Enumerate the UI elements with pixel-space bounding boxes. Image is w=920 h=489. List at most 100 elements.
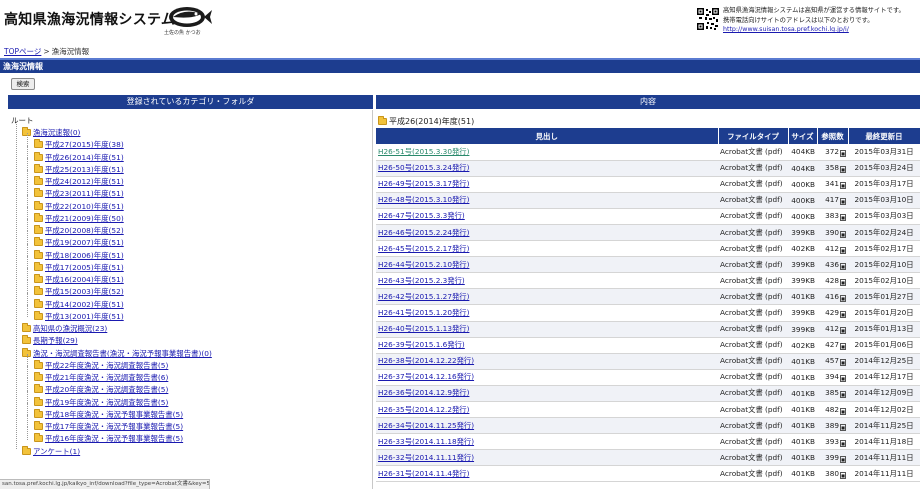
tree-subfolder[interactable]: 平成13(2001)年度(51) [34,310,124,323]
document-link[interactable]: H26-37号(2014.12.16発行) [378,372,474,381]
tree-subfolder[interactable]: 平成17(2005)年度(51) [34,261,124,274]
tree-link[interactable]: 平成22年度漁況・海況調査報告書(5) [45,361,168,370]
document-link[interactable]: H26-31号(2014.11.4発行) [378,469,469,478]
document-link[interactable]: H26-43号(2015.2.3発行) [378,276,465,285]
tree-link[interactable]: 平成13(2001)年度(51) [45,312,124,321]
tree-link[interactable]: 平成21(2009)年度(50) [45,214,124,223]
row-updated-cell: 2014年11月25日 [848,417,920,435]
tree-subfolder[interactable]: 平成20(2008)年度(52) [34,225,124,237]
row-views-cell: 482 ■ [817,401,848,419]
tree-link[interactable]: 平成18(2006)年度(51) [45,251,124,260]
tree-subfolder[interactable]: 平成19年度漁況・海況調査報告書(5) [34,396,168,409]
tree-subfolder[interactable]: 平成27(2015)年度(38) [34,139,124,151]
tree-subfolder[interactable]: 平成20年度漁況・海況調査報告書(5) [34,384,168,396]
row-size: 404KB [791,147,815,157]
tree-link[interactable]: 平成21年度漁況・海況調査報告書(6) [45,373,168,382]
tree-link[interactable]: 平成27(2015)年度(38) [45,140,124,149]
document-link[interactable]: H26-33号(2014.11.18発行) [378,437,474,446]
tree-link[interactable]: 平成19年度漁況・海況調査報告書(5) [45,398,168,407]
document-link[interactable]: H26-35号(2014.12.2発行) [378,405,469,414]
document-link[interactable]: H26-49号(2015.3.17発行) [378,179,469,188]
document-link[interactable]: H26-46号(2015.2.24発行) [378,228,469,237]
tree-subfolder[interactable]: 平成21(2009)年度(50) [34,212,124,225]
tree-link[interactable]: 平成20(2008)年度(52) [45,226,124,235]
table-row: H26-36号(2014.12.9発行) Acrobat文書 (pdf) 401KB… [376,385,920,403]
document-link[interactable]: H26-44号(2015.2.10発行) [378,260,469,269]
document-link[interactable]: H26-39号(2015.1.6発行) [378,340,465,349]
tree-subfolder[interactable]: 平成25(2013)年度(51) [34,163,124,176]
col-heading-filetype[interactable]: ファイルタイプ [718,128,789,144]
document-link[interactable]: H26-42号(2015.1.27発行) [378,292,469,301]
document-link[interactable]: H26-45号(2015.2.17発行) [378,244,469,253]
tree-root[interactable]: ルート [11,115,34,126]
document-link[interactable]: H26-41号(2015.1.20発行) [378,308,469,317]
col-heading-updated[interactable]: 最終更新日 [848,128,920,144]
tree-subfolder[interactable]: 平成24(2012)年度(51) [34,176,124,188]
tree-category[interactable]: 高知県の漁況概況(23) [22,323,107,335]
row-filetype: Acrobat文書 (pdf) [720,324,783,334]
tree-subfolder[interactable]: 平成19(2007)年度(51) [34,237,124,249]
document-link[interactable]: H26-50号(2015.3.24発行) [378,163,469,172]
tree-category[interactable]: 漁海況速報(0) [22,127,80,139]
mobile-site-link[interactable]: http://www.suisan.tosa.pref.kochi.lg.jp/… [723,25,920,35]
tree-subfolder[interactable]: 平成14(2002)年度(51) [34,298,124,311]
breadcrumb: TOPページ > 漁海況情報 [4,46,89,57]
tree-subfolder[interactable]: 平成16年度漁況・海況予報事業報告書(5) [34,433,183,445]
tree-link[interactable]: 平成16年度漁況・海況予報事業報告書(5) [45,434,183,443]
tree-link[interactable]: 平成17(2005)年度(51) [45,263,124,272]
col-heading-title[interactable]: 見出し [376,128,719,144]
tree-link[interactable]: 平成17年度漁況・海況予報事業報告書(5) [45,422,183,431]
tree-link[interactable]: 長期予報(29) [33,336,78,345]
search-button[interactable]: 検索 [11,78,35,90]
tree-link[interactable]: 平成24(2012)年度(51) [45,177,124,186]
tree-link[interactable]: 平成14(2002)年度(51) [45,300,124,309]
tree-link[interactable]: 漁況・海況調査報告書(漁況・海況予報事業報告書)(0) [33,349,212,358]
tree-link[interactable]: 平成23(2011)年度(51) [45,189,124,198]
tree-subfolder[interactable]: 平成26(2014)年度(51) [34,151,124,164]
tree-subfolder[interactable]: 平成22年度漁況・海況調査報告書(5) [34,359,168,372]
tree-link[interactable]: 漁海況速報(0) [33,128,80,137]
tree-link[interactable]: 平成19(2007)年度(51) [45,238,124,247]
tree-category[interactable]: 漁況・海況調査報告書(漁況・海況予報事業報告書)(0) [22,347,212,360]
tree-subfolder[interactable]: 平成16(2004)年度(51) [34,274,124,286]
tree-link[interactable]: 平成16(2004)年度(51) [45,275,124,284]
row-filetype: Acrobat文書 (pdf) [720,195,783,205]
tree-category[interactable]: アンケート(1) [22,445,80,458]
document-link[interactable]: H26-48号(2015.3.10発行) [378,195,469,204]
tree-subfolder[interactable]: 平成23(2011)年度(51) [34,188,124,200]
row-filetype-cell: Acrobat文書 (pdf) [718,465,788,483]
tree-link[interactable]: 平成22(2010)年度(51) [45,202,124,211]
row-filetype-cell: Acrobat文書 (pdf) [718,449,788,467]
tree-link[interactable]: 平成25(2013)年度(51) [45,165,124,174]
breadcrumb-top-link[interactable]: TOPページ [4,47,41,56]
tree-link[interactable]: 平成18年度漁況・海況予報事業報告書(5) [45,410,183,419]
site-title[interactable]: 高知県漁海況情報システム [4,9,175,29]
tree-subfolder[interactable]: 平成18年度漁況・海況予報事業報告書(5) [34,408,183,421]
document-link[interactable]: H26-32号(2014.11.11発行) [378,453,474,462]
breadcrumb-separator: > [43,47,50,56]
tree-link[interactable]: 高知県の漁況概況(23) [33,324,107,333]
document-link[interactable]: H26-51号(2015.3.30発行) [378,147,469,156]
folder-icon [34,286,43,296]
col-heading-size[interactable]: サイズ [788,128,818,144]
tree-link[interactable]: 平成26(2014)年度(51) [45,153,124,162]
tree-subfolder[interactable]: 平成18(2006)年度(51) [34,249,124,262]
page-counter-icon: ■ [840,262,846,270]
row-filetype: Acrobat文書 (pdf) [720,436,783,446]
document-link[interactable]: H26-47号(2015.3.3発行) [378,211,465,220]
document-link[interactable]: H26-40号(2015.1.13発行) [378,324,469,333]
tree-subfolder[interactable]: 平成21年度漁況・海況調査報告書(6) [34,372,168,384]
document-link[interactable]: H26-36号(2014.12.9発行) [378,388,469,397]
tree-guide-line [27,427,28,440]
tree-subfolder[interactable]: 平成15(2003)年度(52) [34,286,124,298]
tree-link[interactable]: アンケート(1) [33,447,80,456]
table-row: H26-42号(2015.1.27発行) Acrobat文書 (pdf) 401KB… [376,288,920,306]
tree-link[interactable]: 平成20年度漁況・海況調査報告書(5) [45,385,168,394]
document-link[interactable]: H26-34号(2014.11.25発行) [378,421,474,430]
tree-subfolder[interactable]: 平成22(2010)年度(51) [34,200,124,213]
tree-category[interactable]: 長期予報(29) [22,335,78,347]
tree-link[interactable]: 平成15(2003)年度(52) [45,287,124,296]
tree-subfolder[interactable]: 平成17年度漁況・海況予報事業報告書(5) [34,421,183,433]
col-heading-views[interactable]: 参照数 [817,128,849,144]
document-link[interactable]: H26-38号(2014.12.22発行) [378,356,474,365]
